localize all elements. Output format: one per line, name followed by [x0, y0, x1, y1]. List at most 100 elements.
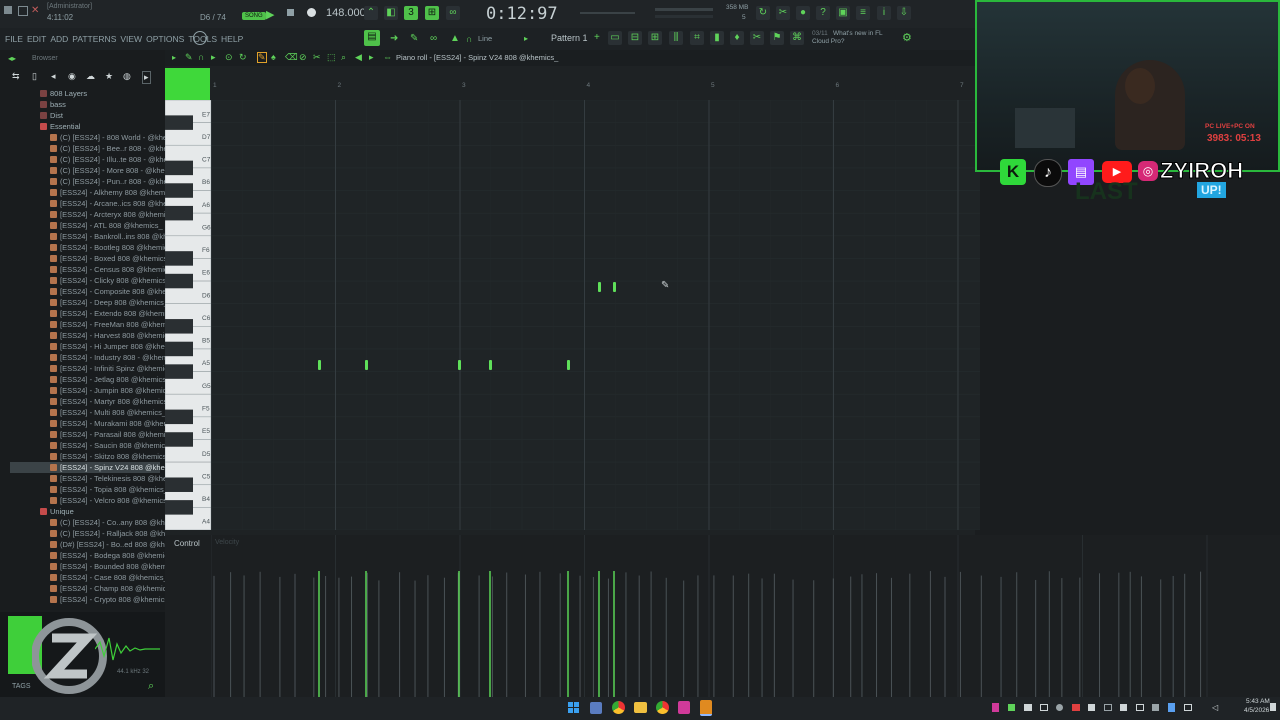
- tray-icon-3[interactable]: [1024, 704, 1032, 711]
- hint-icon[interactable]: [193, 31, 207, 45]
- browser-file[interactable]: [ESS24] - Composite 808 @khemics_: [0, 286, 165, 297]
- playlist-icon[interactable]: ▭: [608, 31, 622, 45]
- back-icon[interactable]: ◂: [51, 71, 56, 82]
- tray-icon-7[interactable]: [1088, 704, 1095, 711]
- black-key[interactable]: [165, 341, 193, 357]
- black-key[interactable]: [165, 115, 193, 130]
- pattern-selector[interactable]: Pattern 1: [551, 33, 588, 43]
- clock-date[interactable]: 4/5/2026: [1244, 707, 1269, 714]
- pr-zoom-icon[interactable]: ⌕: [341, 52, 346, 63]
- black-key[interactable]: [165, 160, 193, 176]
- browser-file[interactable]: [ESS24] - Hi Jumper 808 @khemics_: [0, 341, 165, 352]
- stamp-icon[interactable]: ▲: [450, 33, 460, 44]
- plugin-picker-icon[interactable]: ♦: [730, 31, 744, 45]
- disc-icon[interactable]: ◉: [68, 71, 76, 82]
- black-key[interactable]: [165, 205, 193, 221]
- browser-file[interactable]: [ESS24] - Boxed 808 @khemics_: [0, 253, 165, 264]
- black-key[interactable]: [165, 273, 193, 289]
- snap-label[interactable]: Line: [478, 34, 492, 43]
- browser-file[interactable]: [ESS24] - Deep 808 @khemics_: [0, 297, 165, 308]
- tray-icon-9[interactable]: [1120, 704, 1127, 711]
- pr-mute-icon[interactable]: ⊘: [299, 52, 307, 63]
- menu-options[interactable]: OPTIONS: [146, 34, 184, 44]
- task-view-icon[interactable]: [590, 702, 602, 714]
- pr-eraser-icon[interactable]: ⌫: [285, 52, 298, 63]
- step-edit-icon[interactable]: ⊞: [425, 6, 439, 20]
- black-key[interactable]: [165, 319, 193, 334]
- time-display[interactable]: 0:12:97: [486, 4, 558, 24]
- arrow-right-icon[interactable]: ➜: [390, 33, 398, 44]
- menu-add[interactable]: ADD: [50, 34, 68, 44]
- draw-icon[interactable]: ✎: [410, 33, 418, 44]
- timeline-ruler[interactable]: 1 2 3 4 5 6 7: [211, 80, 975, 94]
- globe-icon[interactable]: ◍: [123, 71, 131, 82]
- song-mode-button[interactable]: SONG: [242, 12, 266, 20]
- pattern-arrow-icon[interactable]: ▸: [524, 34, 528, 43]
- browser-file[interactable]: [ESS24] - ATL 808 @khemics_: [0, 220, 165, 231]
- tags-label[interactable]: TAGS: [12, 683, 31, 690]
- browser-icon[interactable]: ▮: [710, 31, 724, 45]
- pr-select-icon[interactable]: ⬚: [327, 52, 336, 63]
- notifications-icon[interactable]: [1270, 703, 1276, 711]
- news-text[interactable]: What's new in FL: [833, 30, 883, 37]
- pr-nav-icon[interactable]: ⇔: [383, 52, 392, 62]
- note[interactable]: [613, 282, 616, 292]
- info-icon[interactable]: i: [877, 6, 891, 20]
- control-label[interactable]: Control: [174, 539, 200, 548]
- settings-icon[interactable]: ⚙: [902, 31, 912, 44]
- play-icon[interactable]: ▶: [266, 8, 274, 21]
- browser-file[interactable]: [ESS24] - Arcteryx 808 @khemics_: [0, 209, 165, 220]
- pattern-mode-icon[interactable]: ▤: [364, 30, 380, 46]
- pr-play-icon[interactable]: ▸: [211, 52, 216, 63]
- tray-icon-2[interactable]: [1008, 704, 1015, 711]
- pr-speaker-icon[interactable]: ◀: [355, 52, 362, 63]
- fl-studio-icon[interactable]: [700, 700, 712, 716]
- link-icon[interactable]: ∞: [430, 33, 437, 44]
- browser-arrow-icon[interactable]: ◂▸: [8, 54, 16, 63]
- menu-icon[interactable]: [4, 6, 12, 14]
- menu-edit[interactable]: EDIT: [27, 34, 46, 44]
- pr-audition-icon[interactable]: ▸: [369, 52, 374, 63]
- mic-icon[interactable]: ●: [796, 6, 810, 20]
- browser-file[interactable]: [ESS24] - Crypto 808 @khemics_: [0, 594, 165, 605]
- browser-file[interactable]: [ESS24] - Census 808 @khemics_: [0, 264, 165, 275]
- browser-folder[interactable]: Essential: [0, 121, 165, 132]
- pr-slice-icon[interactable]: ✂: [313, 52, 321, 63]
- note[interactable]: [567, 360, 570, 370]
- browser-file[interactable]: [ESS24] - Skitzo 808 @khemics_: [0, 451, 165, 462]
- tray-icon-1[interactable]: [992, 703, 999, 712]
- browser-file[interactable]: [ESS24] - Spinz V24 808 @khemics_: [10, 462, 165, 473]
- tray-icon-6[interactable]: [1072, 704, 1080, 711]
- chrome-icon[interactable]: [612, 701, 625, 714]
- download-icon[interactable]: ⇩: [897, 6, 911, 20]
- note[interactable]: [598, 282, 601, 292]
- black-key[interactable]: [165, 364, 193, 379]
- browser-folder[interactable]: 808 Layers: [0, 88, 165, 99]
- tools-icon[interactable]: ✂: [776, 6, 790, 20]
- browser-file[interactable]: [ESS24] - Alkhemy 808 @khemics_: [0, 187, 165, 198]
- browser-file[interactable]: [ESS24] - Bounded 808 @khemics_: [0, 561, 165, 572]
- browser-file[interactable]: [ESS24] - Topia 808 @khemics_: [0, 484, 165, 495]
- browser-file[interactable]: [ESS24] - Extendo 808 @khemics_: [0, 308, 165, 319]
- browser-file[interactable]: (C) [ESS24] - Illu..te 808 - @khemics_: [0, 154, 165, 165]
- app-icon[interactable]: [678, 701, 690, 714]
- wifi-icon[interactable]: [1184, 704, 1192, 711]
- black-key[interactable]: [165, 500, 193, 515]
- browser-file[interactable]: [ESS24] - Martyr 808 @khemics_: [0, 396, 165, 407]
- collapse-icon[interactable]: ⇆: [12, 71, 20, 82]
- record-icon[interactable]: [307, 8, 316, 17]
- pr-arrow-icon[interactable]: ▸: [172, 53, 176, 62]
- browser-file[interactable]: [ESS24] - Industry 808 - @khemics_: [0, 352, 165, 363]
- browser-file[interactable]: [ESS24] - Saucin 808 @khemics_: [0, 440, 165, 451]
- countdown-icon[interactable]: 3: [404, 6, 418, 20]
- menu-file[interactable]: FILE: [5, 34, 23, 44]
- browser-file[interactable]: [ESS24] - Champ 808 @khemics_: [0, 583, 165, 594]
- browser-file[interactable]: [ESS24] - Bankroll..ins 808 @khemics_: [0, 231, 165, 242]
- browser-file[interactable]: [ESS24] - Bodega 808 @khemics_: [0, 550, 165, 561]
- browser-folder[interactable]: bass: [0, 99, 165, 110]
- menu-patterns[interactable]: PATTERNS: [72, 34, 116, 44]
- note-grid[interactable]: ✎: [210, 99, 980, 531]
- loop-record-icon[interactable]: ∞: [446, 6, 460, 20]
- bluetooth-icon[interactable]: [1168, 703, 1175, 712]
- clock-time[interactable]: 5:43 AM: [1246, 698, 1270, 705]
